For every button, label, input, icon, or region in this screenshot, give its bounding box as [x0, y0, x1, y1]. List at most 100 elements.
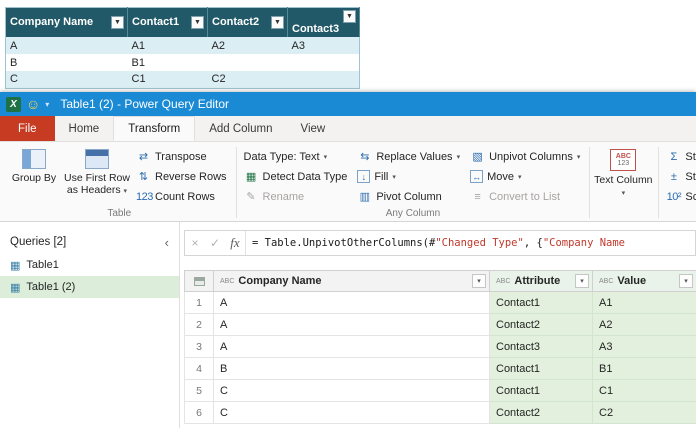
excel-cell[interactable]: C2 — [207, 71, 288, 89]
grid-cell-attribute[interactable]: Contact2 — [490, 402, 593, 424]
grid-cell-attribute[interactable]: Contact1 — [490, 380, 593, 402]
column-filter-button[interactable]: ▾ — [472, 274, 486, 288]
move-icon: ↔ — [470, 170, 484, 183]
use-first-row-button[interactable]: Use First Row as Headers ▾ — [64, 146, 130, 206]
group-label-text-column — [591, 218, 657, 221]
group-separator — [658, 147, 660, 218]
replace-values-button[interactable]: ⇆ Replace Values ▾ — [353, 147, 464, 166]
column-filter-button[interactable]: ▾ — [679, 274, 693, 288]
filter-arrow-icon: ▼ — [194, 19, 201, 27]
grid-cell-company[interactable]: C — [214, 380, 490, 402]
pq-titlebar[interactable]: X ☺ ▾ Table1 (2) - Power Query Editor — [0, 92, 696, 116]
text-column-button[interactable]: ABC 123 Text Column ▾ — [593, 146, 653, 206]
query-label: Table1 — [26, 259, 59, 271]
pivot-column-button[interactable]: ▥ Pivot Column — [353, 187, 464, 206]
row-number[interactable]: 1 — [184, 292, 214, 314]
column-header-company-name[interactable]: ABC Company Name ▾ — [214, 270, 490, 292]
column-header-attribute[interactable]: ABC Attribute ▾ — [490, 270, 593, 292]
excel-header-company-name[interactable]: ▼ Company Name — [5, 7, 128, 38]
filter-button[interactable]: ▼ — [111, 16, 124, 30]
reverse-rows-button[interactable]: ⇅ Reverse Rows — [132, 167, 231, 186]
cancel-formula-button[interactable]: × — [185, 236, 205, 250]
column-header-value[interactable]: ABC Value ▾ — [593, 270, 696, 292]
grid-cell-value[interactable]: A3 — [593, 336, 696, 358]
fill-button[interactable]: ↓ Fill ▾ — [353, 167, 464, 186]
formula-input[interactable]: = Table.UnpivotOtherColumns(# "Changed Ty… — [245, 231, 695, 255]
collapse-pane-button[interactable]: ‹ — [161, 235, 173, 250]
statistics-button[interactable]: Σ Statis — [662, 147, 696, 166]
excel-cell[interactable]: B — [6, 54, 128, 71]
tab-file[interactable]: File — [0, 116, 55, 141]
unpivot-columns-button[interactable]: ▧ Unpivot Columns ▾ — [466, 147, 584, 166]
grid-cell-value[interactable]: A2 — [593, 314, 696, 336]
scientific-button[interactable]: 10² Scien — [662, 187, 696, 206]
quick-access-caret-icon[interactable]: ▾ — [45, 100, 49, 109]
excel-cell[interactable]: B1 — [128, 54, 208, 71]
group-label-any-column: Any Column — [385, 208, 441, 219]
row-number[interactable]: 5 — [184, 380, 214, 402]
grid-cell-value[interactable]: A1 — [593, 292, 696, 314]
grid-cell-attribute[interactable]: Contact2 — [490, 314, 593, 336]
convert-to-list-button[interactable]: ≡ Convert to List — [466, 187, 584, 206]
excel-cell[interactable]: A3 — [287, 37, 360, 55]
grid-cell-attribute[interactable]: Contact1 — [490, 292, 593, 314]
dropdown-caret-icon: ▾ — [323, 153, 328, 161]
transpose-button[interactable]: ⇄ Transpose — [132, 147, 231, 166]
grid-cell-attribute[interactable]: Contact3 — [490, 336, 593, 358]
tab-home[interactable]: Home — [55, 116, 114, 141]
grid-cell-company[interactable]: A — [214, 292, 490, 314]
count-rows-label: Count Rows — [155, 190, 215, 203]
replace-values-label: Replace Values — [376, 150, 453, 163]
excel-cell[interactable]: C1 — [127, 71, 208, 89]
detect-data-type-button[interactable]: ▦ Detect Data Type — [240, 167, 352, 186]
fill-icon: ↓ — [357, 170, 371, 183]
row-number[interactable]: 4 — [184, 358, 214, 380]
standard-button[interactable]: ± Stand — [662, 167, 696, 186]
move-button[interactable]: ↔ Move ▾ — [466, 167, 584, 186]
row-number[interactable]: 3 — [184, 336, 214, 358]
filter-button[interactable]: ▼ — [343, 10, 356, 23]
excel-cell[interactable]: A — [5, 37, 128, 55]
filter-button[interactable]: ▼ — [191, 16, 204, 30]
use-first-row-label: Use First Row as Headers — [64, 172, 130, 197]
smiley-feedback-icon[interactable]: ☺ — [26, 97, 40, 111]
commit-formula-button[interactable]: ✓ — [205, 236, 225, 250]
grid-cell-value[interactable]: B1 — [593, 358, 696, 380]
first-row-headers-icon — [85, 149, 109, 169]
select-all-corner[interactable] — [184, 270, 214, 292]
filter-arrow-icon: ▼ — [114, 19, 121, 27]
row-number[interactable]: 2 — [184, 314, 214, 336]
excel-cell[interactable]: A2 — [207, 37, 288, 55]
grid-cell-company[interactable]: A — [214, 336, 490, 358]
grid-cell-company[interactable]: B — [214, 358, 490, 380]
excel-cell[interactable] — [208, 54, 288, 71]
filter-button[interactable]: ▼ — [271, 16, 284, 30]
excel-cell[interactable]: A1 — [127, 37, 208, 55]
excel-cell[interactable] — [288, 54, 360, 71]
excel-cell[interactable] — [287, 71, 360, 89]
count-rows-button[interactable]: 123 Count Rows — [132, 187, 231, 206]
grid-cell-company[interactable]: C — [214, 402, 490, 424]
excel-header-contact1[interactable]: ▼ Contact1 — [127, 7, 208, 38]
group-by-button[interactable]: Group By — [6, 146, 62, 206]
standard-label: Stand — [685, 170, 696, 183]
excel-cell[interactable]: C — [5, 71, 128, 89]
grid-cell-value[interactable]: C1 — [593, 380, 696, 402]
query-item-table1[interactable]: ▦ Table1 — [0, 254, 179, 276]
tab-transform[interactable]: Transform — [113, 116, 196, 141]
excel-header-contact2[interactable]: ▼ Contact2 — [207, 7, 288, 38]
grid-cell-attribute[interactable]: Contact1 — [490, 358, 593, 380]
excel-header-contact3[interactable]: ▼ Contact3 — [287, 7, 360, 38]
fx-add-step-button[interactable]: fx — [225, 235, 245, 251]
column-filter-button[interactable]: ▾ — [575, 274, 589, 288]
tab-view[interactable]: View — [287, 116, 340, 141]
text-column-label: Text Column — [594, 174, 653, 186]
rename-button[interactable]: ✎ Rename — [240, 187, 352, 206]
data-type-button[interactable]: Data Type: Text ▾ — [240, 147, 352, 166]
tab-add-column[interactable]: Add Column — [195, 116, 286, 141]
grid-cell-company[interactable]: A — [214, 314, 490, 336]
grid-cell-value[interactable]: C2 — [593, 402, 696, 424]
row-number[interactable]: 6 — [184, 402, 214, 424]
query-item-table1-2[interactable]: ▦ Table1 (2) — [0, 276, 179, 298]
group-by-icon — [22, 149, 46, 169]
